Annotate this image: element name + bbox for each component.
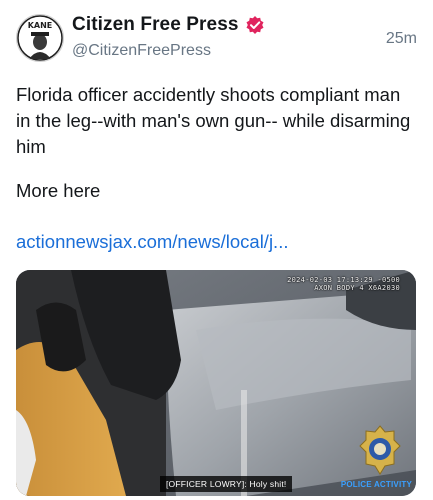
post-more-text: More here [16, 180, 101, 201]
verified-badge-icon [245, 15, 265, 35]
video-frame-image [16, 270, 416, 496]
bodycam-device-id: AXON BODY 4 X6A2030 [314, 284, 400, 292]
post-link[interactable]: actionnewsjax.com/news/local/j... [16, 231, 288, 253]
author-name-row: Citizen Free Press [72, 14, 265, 36]
avatar-text: KANE [28, 21, 53, 30]
author-avatar[interactable]: KANE [16, 14, 64, 62]
author-handle[interactable]: @CitizenFreePress [72, 42, 211, 60]
post-timestamp[interactable]: 25m [386, 30, 417, 48]
author-display-name[interactable]: Citizen Free Press [72, 14, 239, 36]
post-media-video[interactable]: 2024-02-03 17:13:29 -0500 AXON BODY 4 X6… [16, 270, 416, 496]
post-card[interactable]: KANE Citizen Free Press @CitizenFreePres… [0, 0, 433, 500]
avatar-image: KANE [17, 15, 63, 61]
post-text: Florida officer accidently shoots compli… [16, 84, 416, 157]
bodycam-overlay: 2024-02-03 17:13:29 -0500 AXON BODY 4 X6… [287, 276, 400, 292]
sheriff-badge-icon [359, 425, 401, 475]
video-caption: [OFFICER LOWRY]: Holy shit! [160, 476, 293, 492]
video-watermark: POLICE ACTIVITY [340, 480, 412, 489]
bodycam-timestamp: 2024-02-03 17:13:29 -0500 [287, 276, 400, 284]
